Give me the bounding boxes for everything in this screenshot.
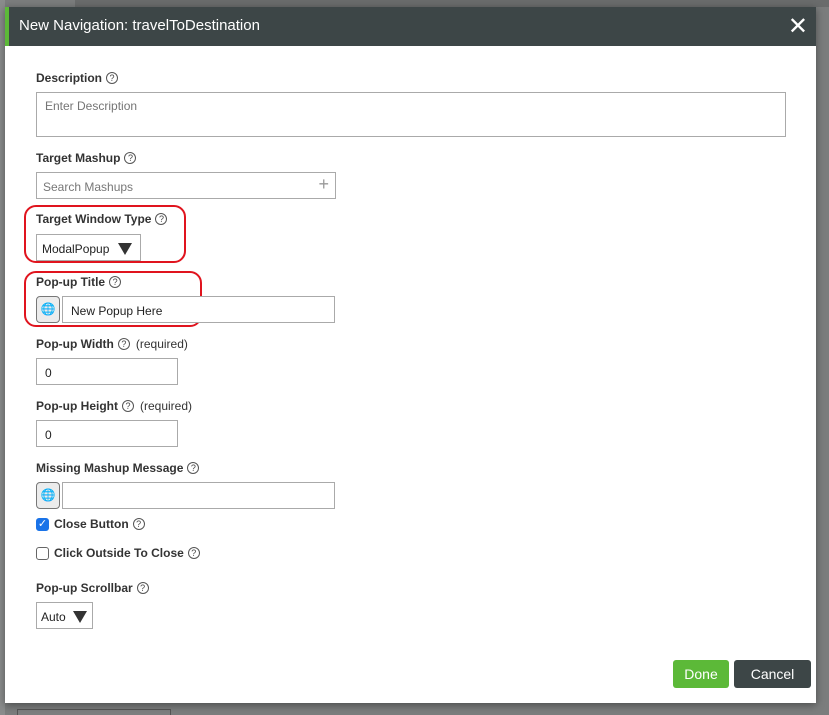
help-icon[interactable]: ? — [124, 152, 137, 164]
background-panel — [17, 709, 171, 715]
dialog-title: New Navigation: travelToDestination — [19, 17, 260, 34]
description-label: Description? — [36, 71, 119, 85]
missing-mashup-message-input[interactable] — [62, 482, 335, 509]
help-icon[interactable]: ? — [121, 400, 134, 412]
help-icon[interactable]: ? — [117, 338, 130, 350]
input-value: 0 — [45, 428, 52, 442]
cancel-button[interactable]: Cancel — [734, 660, 811, 688]
help-icon[interactable]: ? — [187, 462, 200, 474]
select-value: Auto — [41, 610, 66, 624]
click-outside-checkbox[interactable] — [36, 547, 49, 560]
close-icon[interactable]: ✕ — [788, 13, 808, 39]
done-button[interactable]: Done — [673, 660, 729, 688]
popup-title-label: Pop-up Title? — [36, 275, 122, 289]
help-icon[interactable]: ? — [187, 547, 200, 559]
dialog-header: New Navigation: travelToDestination ✕ — [5, 7, 816, 46]
help-icon[interactable]: ? — [106, 72, 119, 84]
close-button-label: Close Button? — [54, 517, 145, 531]
popup-height-label: Pop-up Height? (required) — [36, 399, 193, 413]
description-input[interactable] — [36, 92, 786, 137]
dropdown-arrow-icon — [73, 611, 87, 623]
popup-title-input[interactable]: New Popup Here — [62, 296, 335, 323]
target-window-type-select[interactable]: ModalPopup — [36, 234, 141, 261]
help-icon[interactable]: ? — [109, 276, 122, 288]
target-mashup-search[interactable]: Search Mashups + — [36, 172, 336, 199]
missing-mashup-message-label: Missing Mashup Message? — [36, 461, 200, 475]
globe-icon[interactable]: 🌐 — [36, 482, 60, 509]
target-window-type-label: Target Window Type? — [36, 212, 168, 226]
target-mashup-label: Target Mashup? — [36, 151, 137, 165]
close-button-checkbox[interactable]: ✓ — [36, 518, 49, 531]
input-value: 0 — [45, 366, 52, 380]
click-outside-label: Click Outside To Close? — [54, 546, 200, 560]
input-value: New Popup Here — [71, 304, 163, 318]
plus-icon[interactable]: + — [318, 174, 329, 195]
search-placeholder: Search Mashups — [43, 180, 134, 194]
popup-height-input[interactable]: 0 — [36, 420, 178, 447]
new-navigation-dialog: New Navigation: travelToDestination ✕ De… — [5, 7, 816, 703]
dropdown-arrow-icon — [118, 243, 132, 255]
background-toolbar — [75, 0, 829, 7]
help-icon[interactable]: ? — [136, 582, 149, 594]
popup-width-label: Pop-up Width? (required) — [36, 337, 188, 351]
help-icon[interactable]: ? — [155, 213, 168, 225]
globe-icon[interactable]: 🌐 — [36, 296, 60, 323]
select-value: ModalPopup — [42, 242, 110, 256]
help-icon[interactable]: ? — [132, 518, 145, 530]
popup-scrollbar-select[interactable]: Auto — [36, 602, 93, 629]
popup-scrollbar-label: Pop-up Scrollbar? — [36, 581, 149, 595]
popup-width-input[interactable]: 0 — [36, 358, 178, 385]
